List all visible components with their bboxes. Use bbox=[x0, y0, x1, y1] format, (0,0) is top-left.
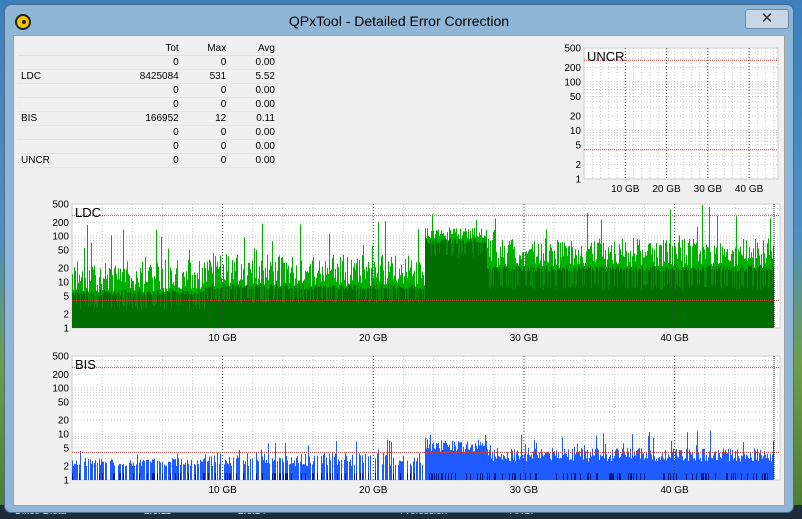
x-tick-label: 30 GB bbox=[694, 184, 723, 195]
stats-max: 12 bbox=[182, 111, 231, 126]
stats-header-avg: Avg bbox=[230, 42, 279, 56]
y-tick-label: 100 bbox=[564, 77, 581, 88]
y-tick-label: 100 bbox=[52, 232, 69, 243]
stats-max: 0 bbox=[182, 55, 231, 70]
stats-row: 0 0 0.00 bbox=[17, 125, 279, 140]
stats-avg: 0.00 bbox=[230, 139, 279, 154]
y-tick-label: 10 bbox=[58, 278, 70, 289]
y-tick-label: 50 bbox=[58, 245, 70, 256]
x-tick-label: 10 GB bbox=[208, 485, 237, 496]
stats-avg: 0.00 bbox=[230, 83, 279, 98]
y-tick-label: 2 bbox=[575, 160, 581, 171]
stats-header-tot: Tot bbox=[93, 42, 183, 56]
stats-max: 531 bbox=[182, 69, 231, 84]
y-tick-label: 500 bbox=[52, 352, 69, 363]
bis-chart: 500 200 100 50 20 10 5 2 1 10 GB 20 GB 30 GB 40 GB BI… bbox=[52, 352, 781, 496]
stats-tot: 0 bbox=[93, 125, 183, 140]
stats-tot: 0 bbox=[93, 153, 183, 168]
stats-label bbox=[17, 83, 94, 98]
stats-max: 0 bbox=[182, 83, 231, 98]
y-tick-label: 1 bbox=[63, 324, 69, 335]
error-correction-panel: Tot Max Avg 0 0 0.00 LDC 8425084 531 5.52 0 0 0.0… bbox=[13, 35, 785, 506]
chart-title: LDC bbox=[75, 205, 101, 220]
y-tick-label: 5 bbox=[63, 291, 69, 302]
stats-label bbox=[17, 97, 94, 112]
x-tick-label: 20 GB bbox=[359, 333, 388, 344]
close-button[interactable]: ✕ bbox=[745, 9, 789, 29]
stats-avg: 0.00 bbox=[230, 55, 279, 70]
stats-label bbox=[17, 125, 94, 140]
y-tick-label: 200 bbox=[564, 63, 581, 74]
stats-avg: 5.52 bbox=[230, 69, 279, 84]
y-tick-label: 200 bbox=[52, 218, 69, 229]
y-tick-label: 500 bbox=[564, 44, 581, 55]
stats-row: 0 0 0.00 bbox=[17, 55, 279, 70]
stats-header bbox=[17, 42, 94, 56]
y-tick-label: 20 bbox=[58, 264, 70, 275]
uncr-chart: 500 200 100 50 20 10 5 2 1 10 GB 20 GB 30 GB 40 GB UN… bbox=[564, 44, 779, 195]
y-tick-label: 2 bbox=[63, 462, 69, 473]
x-tick-label: 10 GB bbox=[611, 184, 640, 195]
y-tick-label: 1 bbox=[575, 175, 581, 186]
stats-tot: 0 bbox=[93, 139, 183, 154]
stats-avg: 0.00 bbox=[230, 125, 279, 140]
chart-title: UNCR bbox=[587, 49, 625, 64]
stats-label: BIS bbox=[17, 111, 94, 126]
y-tick-label: 20 bbox=[58, 416, 70, 427]
stats-label: LDC bbox=[17, 69, 94, 84]
x-tick-label: 20 GB bbox=[359, 485, 388, 496]
stats-avg: 0.00 bbox=[230, 153, 279, 168]
stats-header-max: Max bbox=[182, 42, 231, 56]
x-tick-label: 30 GB bbox=[510, 485, 539, 496]
stats-tot: 0 bbox=[93, 97, 183, 112]
stats-max: 0 bbox=[182, 97, 231, 112]
stats-row: LDC 8425084 531 5.52 bbox=[17, 69, 279, 84]
x-tick-label: 20 GB bbox=[652, 184, 681, 195]
window-title: QPxTool - Detailed Error Correction bbox=[288, 13, 510, 29]
ldc-chart: 500 200 100 50 20 10 5 2 1 10 GB 20 GB 30 GB 40 GB LD… bbox=[52, 200, 781, 344]
y-tick-label: 10 bbox=[58, 430, 70, 441]
stats-max: 0 bbox=[182, 125, 231, 140]
qpxtool-window: QPxTool - Detailed Error Correction ✕ To… bbox=[4, 4, 794, 513]
stats-avg: 0.11 bbox=[230, 111, 279, 126]
stats-avg: 0.00 bbox=[230, 97, 279, 112]
stats-row: 0 0 0.00 bbox=[17, 139, 279, 154]
stats-row: 0 0 0.00 bbox=[17, 83, 279, 98]
stats-tot: 0 bbox=[93, 83, 183, 98]
stats-tot: 8425084 bbox=[93, 69, 183, 84]
stats-header-row: Tot Max Avg bbox=[17, 42, 279, 56]
stats-tot: 0 bbox=[93, 55, 183, 70]
stats-label: UNCR bbox=[17, 153, 94, 168]
stats-label bbox=[17, 55, 94, 70]
y-tick-label: 5 bbox=[575, 141, 581, 152]
y-tick-label: 5 bbox=[63, 443, 69, 454]
y-tick-label: 50 bbox=[570, 92, 582, 103]
stats-tot: 166952 bbox=[93, 111, 183, 126]
stats-row: 0 0 0.00 bbox=[17, 97, 279, 112]
y-tick-label: 200 bbox=[52, 370, 69, 381]
y-tick-label: 10 bbox=[570, 126, 582, 137]
x-tick-label: 10 GB bbox=[208, 333, 237, 344]
stats-row: BIS 166952 12 0.11 bbox=[17, 111, 279, 126]
y-tick-label: 50 bbox=[58, 397, 70, 408]
x-tick-label: 40 GB bbox=[660, 333, 689, 344]
x-tick-label: 30 GB bbox=[510, 333, 539, 344]
title-bar[interactable]: QPxTool - Detailed Error Correction ✕ bbox=[5, 5, 793, 37]
y-tick-label: 1 bbox=[63, 476, 69, 487]
stats-max: 0 bbox=[182, 139, 231, 154]
y-tick-label: 100 bbox=[52, 384, 69, 395]
x-tick-label: 40 GB bbox=[660, 485, 689, 496]
y-tick-label: 20 bbox=[570, 111, 582, 122]
chart-title: BIS bbox=[75, 357, 96, 372]
y-tick-label: 2 bbox=[63, 310, 69, 321]
x-tick-label: 40 GB bbox=[735, 184, 764, 195]
stats-label bbox=[17, 139, 94, 154]
stats-table: Tot Max Avg 0 0 0.00 LDC 8425084 531 5.52 0 0 0.0… bbox=[17, 42, 279, 168]
stats-max: 0 bbox=[182, 153, 231, 168]
stats-row: UNCR 0 0 0.00 bbox=[17, 153, 279, 168]
y-tick-label: 500 bbox=[52, 200, 69, 211]
